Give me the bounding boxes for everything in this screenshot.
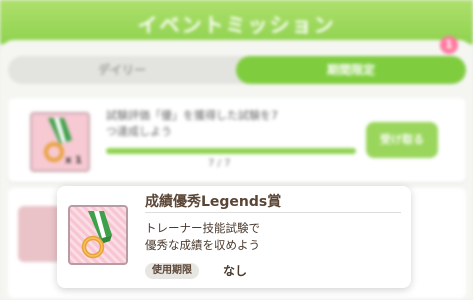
item-description: トレーナー技能試験で 優秀な成績を収めよう [145, 220, 395, 254]
item-description-line-1: トレーナー技能試験で [145, 221, 260, 235]
item-detail-tooltip: 成績優秀Legends賞 トレーナー技能試験で 優秀な成績を収めよう 使用期限 … [57, 186, 411, 288]
header-title: イベントミッション [137, 13, 336, 37]
mission-tabs: デイリー 期間限定 [8, 56, 466, 84]
expiry-value: なし [223, 264, 248, 278]
event-mission-header: イベントミッション [0, 0, 473, 44]
expiry-label: 使用期限 [145, 263, 199, 279]
tab-limited-time[interactable]: 期間限定 [236, 56, 466, 84]
mission-description-line-1: 試験評価「優」を獲得した試験を7 [106, 109, 278, 122]
mission-progress-bar [106, 148, 356, 154]
item-detail-icon [68, 205, 128, 265]
item-title: 成績優秀Legends賞 [145, 194, 282, 210]
mission-reward-icon[interactable]: x 1 [30, 112, 90, 172]
item-description-line-2: 優秀な成績を収めよう [145, 238, 260, 252]
mission-description: 試験評価「優」を獲得した試験を7 つ達成しよう [106, 108, 356, 140]
title-divider [145, 212, 401, 213]
receive-button[interactable]: 受け取る [366, 122, 438, 158]
reward-quantity: x 1 [65, 155, 82, 166]
tab-daily[interactable]: デイリー [8, 56, 236, 84]
notification-badge: 1 [440, 36, 458, 54]
medal-icon [81, 211, 112, 259]
mission-card-2-icon [18, 206, 62, 262]
mission-progress-count: 7 / 7 [208, 158, 231, 169]
mission-card: x 1 試験評価「優」を獲得した試験を7 つ達成しよう 7 / 7 受け取る [8, 98, 466, 182]
mission-description-line-2: つ達成しよう [106, 125, 172, 138]
